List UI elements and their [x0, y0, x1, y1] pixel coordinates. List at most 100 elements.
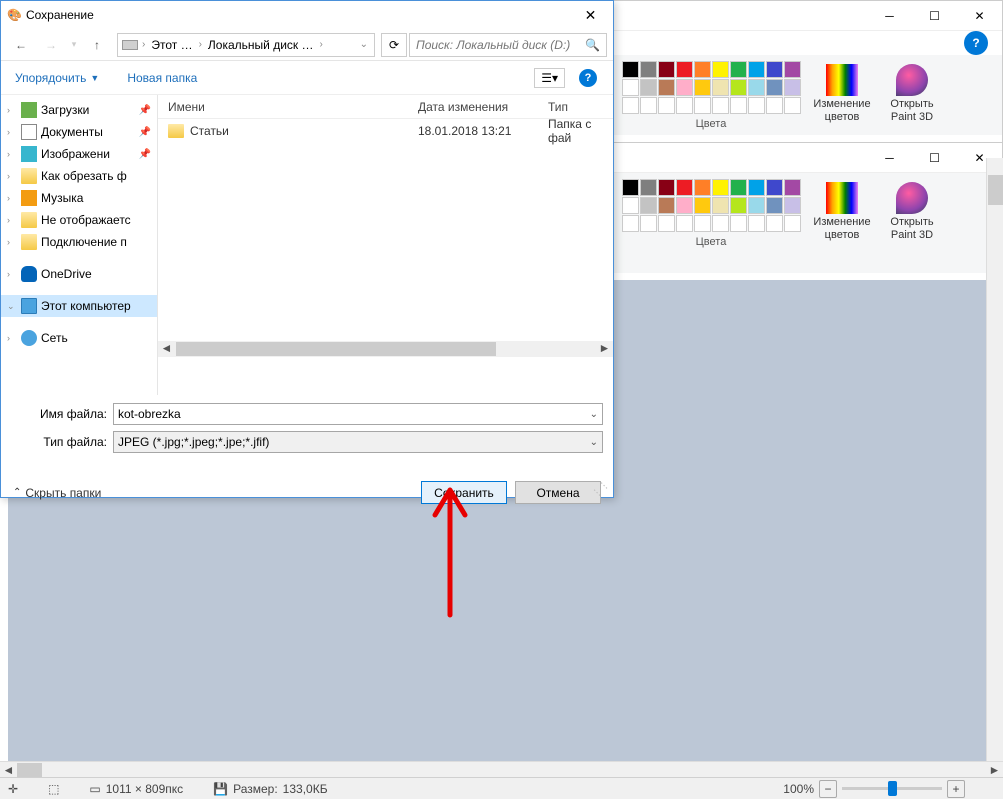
color-swatch[interactable]	[658, 97, 675, 114]
color-swatch[interactable]	[784, 179, 801, 196]
nav-tree[interactable]: ›Загрузки📌›Документы📌›Изображени📌›Как об…	[1, 95, 157, 395]
color-palette-2[interactable]: Цвета	[621, 178, 801, 248]
list-item[interactable]: Статьи18.01.2018 13:21Папка с фай	[158, 119, 613, 143]
color-swatch[interactable]	[712, 179, 729, 196]
tree-item[interactable]: ›Сеть	[1, 327, 157, 349]
tree-item[interactable]: ›Музыка	[1, 187, 157, 209]
tree-item[interactable]: ›Подключение п	[1, 231, 157, 253]
scroll-left-icon[interactable]: ◄	[158, 341, 175, 357]
color-swatch[interactable]	[658, 215, 675, 232]
color-swatch[interactable]	[694, 79, 711, 96]
color-swatch[interactable]	[676, 197, 693, 214]
color-swatch[interactable]	[658, 79, 675, 96]
color-swatch[interactable]	[676, 97, 693, 114]
color-swatch[interactable]	[676, 61, 693, 78]
file-list[interactable]: Имени Дата изменения Тип Статьи18.01.201…	[157, 95, 613, 395]
color-swatch[interactable]	[640, 179, 657, 196]
tree-item[interactable]: ›Изображени📌	[1, 143, 157, 165]
column-type[interactable]: Тип	[538, 100, 613, 114]
color-swatch[interactable]	[730, 215, 747, 232]
color-swatch[interactable]	[658, 61, 675, 78]
color-swatch[interactable]	[640, 61, 657, 78]
color-swatch[interactable]	[712, 197, 729, 214]
color-swatch[interactable]	[676, 79, 693, 96]
refresh-button[interactable]: ⟳	[381, 33, 407, 57]
column-date[interactable]: Дата изменения	[408, 100, 538, 114]
zoom-slider[interactable]	[842, 787, 942, 790]
color-swatch[interactable]	[622, 97, 639, 114]
color-swatch[interactable]	[640, 197, 657, 214]
edit-colors-button[interactable]: Изменение цветов	[807, 60, 877, 128]
color-swatch[interactable]	[712, 61, 729, 78]
color-swatch[interactable]	[694, 97, 711, 114]
color-swatch[interactable]	[748, 61, 765, 78]
zoom-out-button[interactable]: −	[819, 780, 837, 798]
maximize-button[interactable]: ☐	[912, 1, 957, 31]
color-swatch[interactable]	[622, 215, 639, 232]
color-swatch[interactable]	[676, 215, 693, 232]
tree-item[interactable]: ›Не отображаетс	[1, 209, 157, 231]
chevron-down-icon[interactable]: ⌄	[358, 39, 370, 50]
color-palette[interactable]: Цвета	[621, 60, 801, 130]
maximize-button-2[interactable]: ☐	[912, 143, 957, 173]
vertical-scrollbar[interactable]	[986, 158, 1003, 767]
color-swatch[interactable]	[748, 179, 765, 196]
color-swatch[interactable]	[784, 61, 801, 78]
dialog-help-icon[interactable]: ?	[579, 69, 597, 87]
cancel-button[interactable]: Отмена	[515, 481, 601, 504]
color-swatch[interactable]	[694, 215, 711, 232]
filetype-select[interactable]: JPEG (*.jpg;*.jpeg;*.jpe;*.jfif)⌄	[113, 431, 603, 453]
color-swatch[interactable]	[712, 97, 729, 114]
color-swatch[interactable]	[766, 79, 783, 96]
horizontal-scrollbar[interactable]: ◄ ►	[0, 761, 1003, 777]
color-swatch[interactable]	[766, 197, 783, 214]
new-folder-button[interactable]: Новая папка	[121, 67, 203, 89]
tree-item[interactable]: ⌄Этот компьютер	[1, 295, 157, 317]
color-swatch[interactable]	[730, 197, 747, 214]
scroll-right-icon[interactable]: ►	[986, 762, 1003, 778]
color-swatch[interactable]	[784, 79, 801, 96]
color-swatch[interactable]	[784, 97, 801, 114]
color-swatch[interactable]	[676, 179, 693, 196]
edit-colors-button-2[interactable]: Изменение цветов	[807, 178, 877, 246]
paint-3d-button[interactable]: Открыть Paint 3D	[877, 60, 947, 128]
color-swatch[interactable]	[622, 179, 639, 196]
color-swatch[interactable]	[748, 197, 765, 214]
organize-button[interactable]: Упорядочить ▼	[9, 67, 105, 89]
nav-history-button[interactable]: ▾	[67, 33, 81, 57]
color-swatch[interactable]	[766, 179, 783, 196]
list-hscrollbar[interactable]: ◄ ►	[158, 341, 613, 357]
color-swatch[interactable]	[748, 97, 765, 114]
zoom-in-button[interactable]: +	[947, 780, 965, 798]
color-swatch[interactable]	[640, 79, 657, 96]
color-swatch[interactable]	[730, 79, 747, 96]
tree-item[interactable]: ›OneDrive	[1, 263, 157, 285]
color-swatch[interactable]	[622, 79, 639, 96]
chevron-down-icon[interactable]: ⌄	[590, 437, 598, 448]
color-swatch[interactable]	[712, 79, 729, 96]
help-icon[interactable]: ?	[964, 31, 988, 55]
view-button[interactable]: ☰▾	[534, 68, 565, 88]
color-swatch[interactable]	[766, 97, 783, 114]
minimize-button[interactable]: ─	[867, 1, 912, 31]
chevron-down-icon[interactable]: ⌄	[590, 409, 598, 420]
color-swatch[interactable]	[730, 97, 747, 114]
color-swatch[interactable]	[748, 215, 765, 232]
minimize-button-2[interactable]: ─	[867, 143, 912, 173]
close-button[interactable]: ✕	[957, 1, 1002, 31]
search-input[interactable]: 🔍	[409, 33, 607, 57]
color-swatch[interactable]	[622, 197, 639, 214]
paint-3d-button-2[interactable]: Открыть Paint 3D	[877, 178, 947, 246]
nav-back-button[interactable]: ←	[7, 33, 35, 57]
color-swatch[interactable]	[766, 215, 783, 232]
dialog-close-button[interactable]: ✕	[568, 1, 613, 29]
tree-item[interactable]: ›Как обрезать ф	[1, 165, 157, 187]
color-swatch[interactable]	[658, 197, 675, 214]
color-swatch[interactable]	[748, 79, 765, 96]
color-swatch[interactable]	[658, 179, 675, 196]
color-swatch[interactable]	[712, 215, 729, 232]
tree-item[interactable]: ›Загрузки📌	[1, 99, 157, 121]
breadcrumb[interactable]: › Этот … › Локальный диск … › ⌄	[117, 33, 375, 57]
filename-input[interactable]: ⌄	[113, 403, 603, 425]
scroll-right-icon[interactable]: ►	[596, 341, 613, 357]
